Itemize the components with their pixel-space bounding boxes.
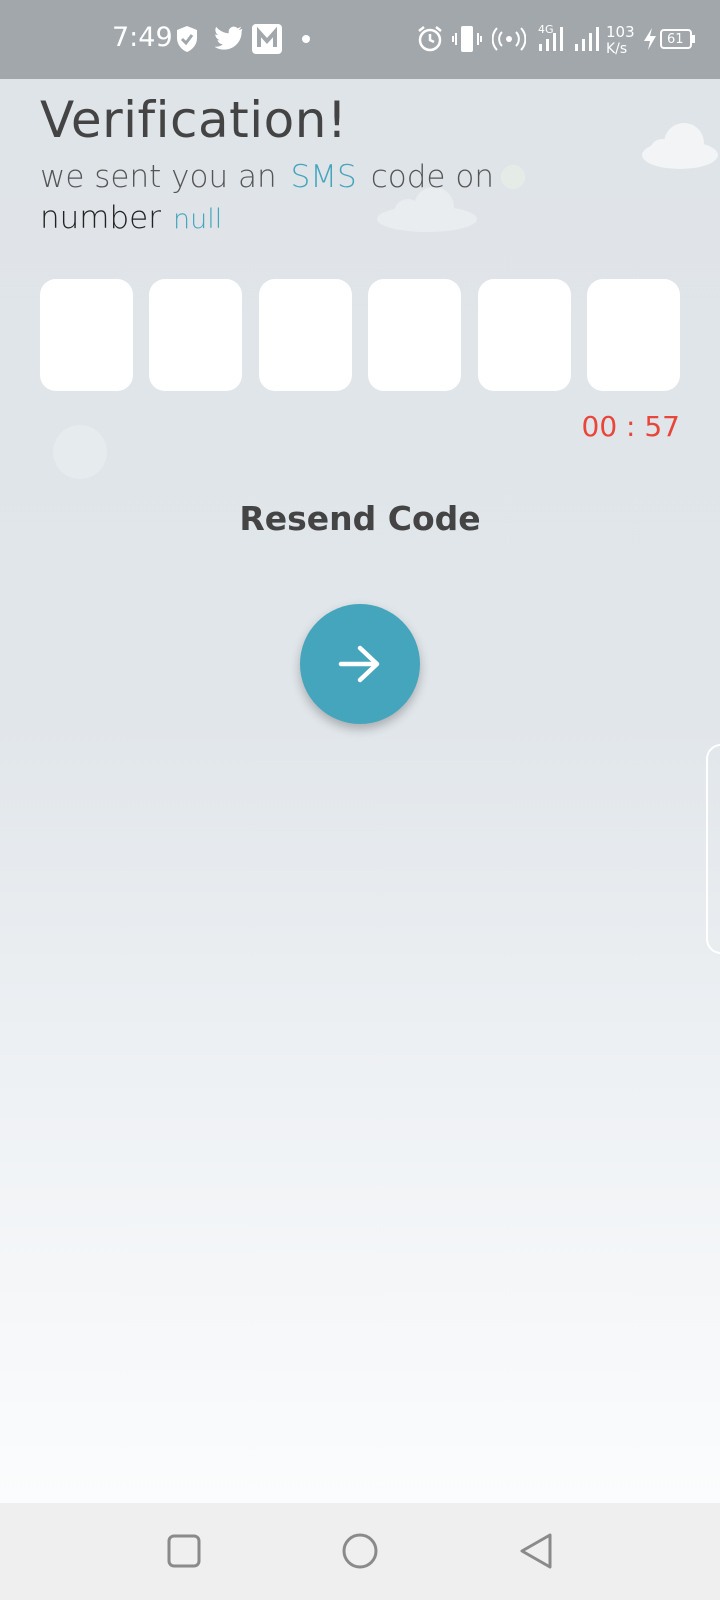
m-app-icon: [252, 22, 282, 56]
otp-digit-5[interactable]: [477, 279, 571, 391]
back-button[interactable]: [516, 1531, 556, 1571]
otp-digit-2[interactable]: [149, 279, 243, 391]
recents-button[interactable]: [164, 1531, 204, 1571]
arrow-right-icon: [338, 645, 380, 683]
otp-digit-4[interactable]: [368, 279, 462, 391]
bubble-decoration-icon: [501, 165, 525, 189]
home-button[interactable]: [340, 1531, 380, 1571]
page-title: Verification!: [40, 91, 348, 149]
twitter-icon: [212, 22, 244, 56]
resend-code-button[interactable]: Resend Code: [0, 499, 720, 538]
alarm-icon: [416, 22, 444, 56]
status-time: 7:49: [112, 22, 173, 53]
shield-icon: [174, 22, 200, 56]
otp-input-group: [40, 279, 680, 391]
subtitle-suffix: code on: [370, 159, 494, 195]
charging-icon: [642, 22, 658, 56]
hotspot-icon: [492, 22, 526, 56]
otp-digit-1[interactable]: [40, 279, 133, 391]
recents-square-icon: [167, 1534, 201, 1568]
otp-digit-3[interactable]: [258, 279, 352, 391]
phone-number-line: number null: [40, 200, 222, 236]
phone-number-value: null: [173, 204, 223, 235]
home-circle-icon: [342, 1533, 378, 1569]
battery-level: 61: [667, 32, 684, 47]
system-navigation-bar: [0, 1503, 720, 1600]
subtitle-accent: SMS: [290, 159, 357, 195]
back-triangle-icon: [520, 1533, 552, 1569]
verification-screen: Verification! we sent you an SMS code on n…: [0, 79, 720, 1503]
signal-icon: [536, 22, 566, 56]
sms-sent-message: we sent you an SMS code on: [40, 159, 494, 195]
otp-digit-6[interactable]: [586, 279, 680, 391]
status-bar: 7:49 4G 103 K/s 61: [0, 0, 720, 79]
dot-icon: [300, 22, 312, 56]
speed-unit: K/s: [606, 41, 628, 57]
next-button[interactable]: [300, 604, 420, 724]
countdown-timer: 00 : 57: [581, 410, 681, 443]
side-panel-handle[interactable]: [706, 744, 720, 954]
bubble-decoration-icon: [53, 425, 107, 479]
vibrate-icon: [452, 22, 482, 56]
subtitle-prefix: we sent you an: [40, 159, 277, 195]
signal-icon: [572, 22, 602, 56]
cloud-decoration-icon: [642, 123, 718, 169]
speed-value: 103: [606, 23, 635, 41]
number-label: number: [40, 200, 161, 236]
